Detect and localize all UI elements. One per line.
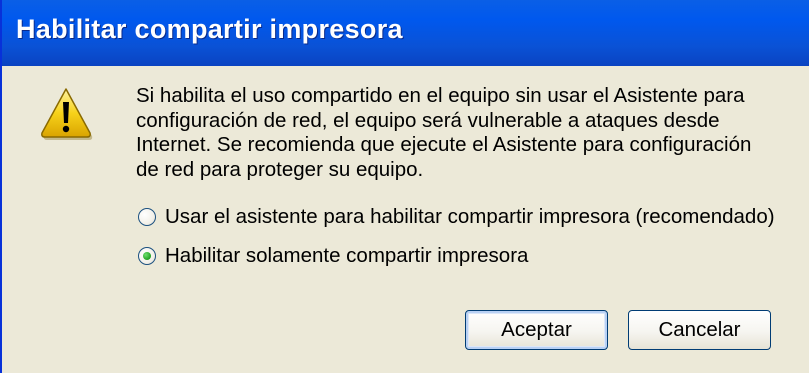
message-text: Si habilita el uso compartido en el equi… bbox=[136, 84, 796, 182]
cancel-button[interactable]: Cancelar bbox=[628, 310, 771, 350]
message-line: de red para proteger su equipo. bbox=[136, 157, 424, 181]
message-line: Internet. Se recomienda que ejecute el A… bbox=[136, 133, 752, 156]
message-line: Si habilita el uso compartido en el equi… bbox=[136, 84, 745, 107]
option-enable-only-label[interactable]: Habilitar solamente compartir impresora bbox=[165, 244, 528, 268]
option-enable-only[interactable]: Habilitar solamente compartir impresora bbox=[138, 243, 528, 269]
radio-selected-dot bbox=[143, 252, 151, 260]
dialog-window: Habilitar compartir impresora Si habilit… bbox=[0, 0, 809, 373]
radio-enable-only[interactable] bbox=[138, 247, 156, 265]
message-line: configuración de red, el equipo será vul… bbox=[136, 108, 720, 132]
warning-icon bbox=[41, 88, 93, 140]
title-bar[interactable]: Habilitar compartir impresora bbox=[2, 0, 809, 66]
option-use-wizard-label[interactable]: Usar el asistente para habilitar compart… bbox=[165, 205, 775, 229]
radio-use-wizard[interactable] bbox=[138, 208, 156, 226]
accept-button[interactable]: Aceptar bbox=[465, 310, 608, 350]
window-title: Habilitar compartir impresora bbox=[16, 14, 403, 44]
option-use-wizard[interactable]: Usar el asistente para habilitar compart… bbox=[138, 204, 775, 230]
